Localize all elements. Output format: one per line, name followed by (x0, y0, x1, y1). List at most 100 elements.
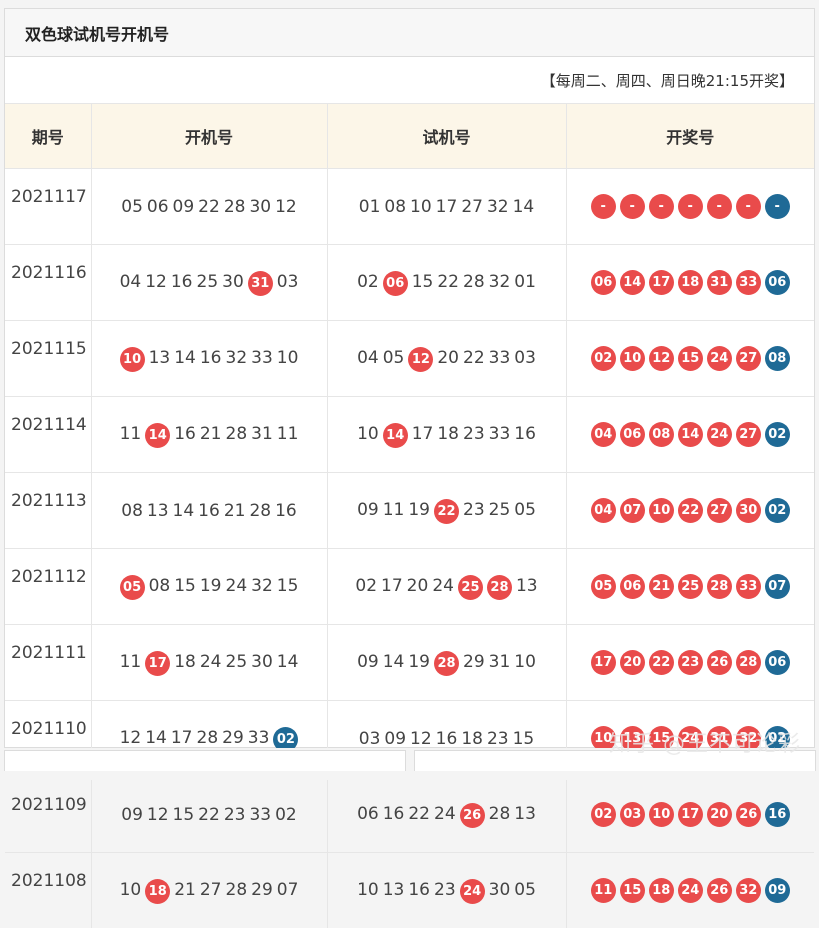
shiji-numbers: 10131623243005 (327, 853, 566, 928)
table-header-row: 期号 开机号 试机号 开奖号 (5, 104, 814, 169)
red-ball: 28 (736, 650, 761, 675)
kaijiang-numbers: 02031017202616 (566, 777, 814, 853)
highlighted-number: 05 (120, 575, 145, 600)
number: 19 (200, 574, 222, 598)
number: 11 (120, 650, 142, 674)
number: 16 (436, 727, 458, 751)
number: 31 (251, 422, 273, 446)
number: 09 (384, 727, 406, 751)
red-ball: 24 (707, 346, 732, 371)
number: 05 (383, 346, 405, 370)
shiji-numbers: 09111922232505 (327, 473, 566, 549)
kaijiang-numbers: 11151824263209 (566, 853, 814, 928)
number: 33 (489, 346, 511, 370)
header-kaijiang: 开奖号 (566, 104, 814, 169)
number: 28 (489, 802, 511, 826)
shiji-numbers: 01081017273214 (327, 169, 566, 245)
number: 16 (514, 422, 536, 446)
number: 32 (489, 270, 511, 294)
number: 22 (198, 803, 220, 827)
number: 14 (145, 726, 167, 750)
number: 24 (226, 574, 248, 598)
red-ball: 20 (620, 650, 645, 675)
number: 09 (357, 650, 379, 674)
number: 17 (412, 422, 434, 446)
table-row: 20211170506092228301201081017273214-----… (5, 169, 814, 245)
number: 16 (198, 499, 220, 523)
red-ball: 15 (678, 346, 703, 371)
number: 28 (249, 499, 271, 523)
number: 14 (383, 650, 405, 674)
number: 15 (173, 803, 195, 827)
number: 30 (222, 270, 244, 294)
number: 15 (513, 727, 535, 751)
red-ball: 20 (707, 802, 732, 827)
number: 16 (383, 802, 405, 826)
number: 16 (174, 422, 196, 446)
red-ball: 10 (649, 802, 674, 827)
issue-number: 2021108 (5, 853, 91, 928)
number: 29 (251, 878, 273, 902)
header-shiji: 试机号 (327, 104, 566, 169)
highlighted-number: 06 (383, 271, 408, 296)
red-ball: 06 (620, 574, 645, 599)
number: 23 (463, 498, 485, 522)
red-ball: 26 (707, 650, 732, 675)
number: 13 (149, 346, 171, 370)
issue-number: 2021117 (5, 169, 91, 245)
red-ball: 08 (649, 422, 674, 447)
number: 08 (149, 574, 171, 598)
issue-number: 2021115 (5, 321, 91, 397)
highlighted-number: 18 (145, 879, 170, 904)
issue-number: 2021112 (5, 549, 91, 625)
panel-title: 双色球试机号开机号 (25, 21, 169, 45)
number: 07 (277, 878, 299, 902)
number: 05 (121, 195, 143, 219)
next-panel-left (4, 750, 406, 771)
blue-ball: 02 (765, 422, 790, 447)
number: 09 (173, 195, 195, 219)
red-ball: - (591, 194, 616, 219)
number: 21 (200, 422, 222, 446)
red-ball: 11 (591, 878, 616, 903)
number: 15 (174, 574, 196, 598)
number: 10 (410, 195, 432, 219)
red-ball: 31 (707, 270, 732, 295)
number: 09 (121, 803, 143, 827)
number: 30 (251, 650, 273, 674)
highlighted-number: 28 (434, 651, 459, 676)
highlighted-number: 10 (120, 347, 145, 372)
red-ball: 17 (591, 650, 616, 675)
kaiji-numbers: 10182127282907 (91, 853, 327, 928)
number: 22 (463, 346, 485, 370)
kaijiang-numbers: 04060814242702 (566, 397, 814, 473)
red-ball: 05 (591, 574, 616, 599)
highlighted-number: 14 (383, 423, 408, 448)
red-ball: 28 (707, 574, 732, 599)
shiji-numbers: 02172024252813 (327, 549, 566, 625)
number: 12 (410, 727, 432, 751)
kaiji-numbers: 11141621283111 (91, 397, 327, 473)
highlighted-number: 24 (460, 879, 485, 904)
red-ball: 18 (678, 270, 703, 295)
lottery-panel: 双色球试机号开机号 【每周二、周四、周日晚21:15开奖】 期号 开机号 试机号… (4, 8, 815, 748)
red-ball: 26 (707, 878, 732, 903)
red-ball: 30 (736, 498, 761, 523)
red-ball: 14 (678, 422, 703, 447)
table-row: 2021116041216253031030206152228320106141… (5, 245, 814, 321)
number: 28 (226, 422, 248, 446)
table-row: 2021111111718242530140914192829311017202… (5, 625, 814, 701)
blue-ball: 02 (765, 498, 790, 523)
number: 32 (251, 574, 273, 598)
number: 13 (514, 802, 536, 826)
issue-number: 2021109 (5, 777, 91, 853)
blue-ball: 06 (765, 650, 790, 675)
number: 16 (171, 270, 193, 294)
number: 13 (147, 499, 169, 523)
shiji-numbers: 02061522283201 (327, 245, 566, 321)
number: 22 (408, 802, 430, 826)
red-ball: 32 (736, 878, 761, 903)
kaiji-numbers: 05081519243215 (91, 549, 327, 625)
number: 27 (461, 195, 483, 219)
table-row: 2021112050815192432150217202425281305062… (5, 549, 814, 625)
